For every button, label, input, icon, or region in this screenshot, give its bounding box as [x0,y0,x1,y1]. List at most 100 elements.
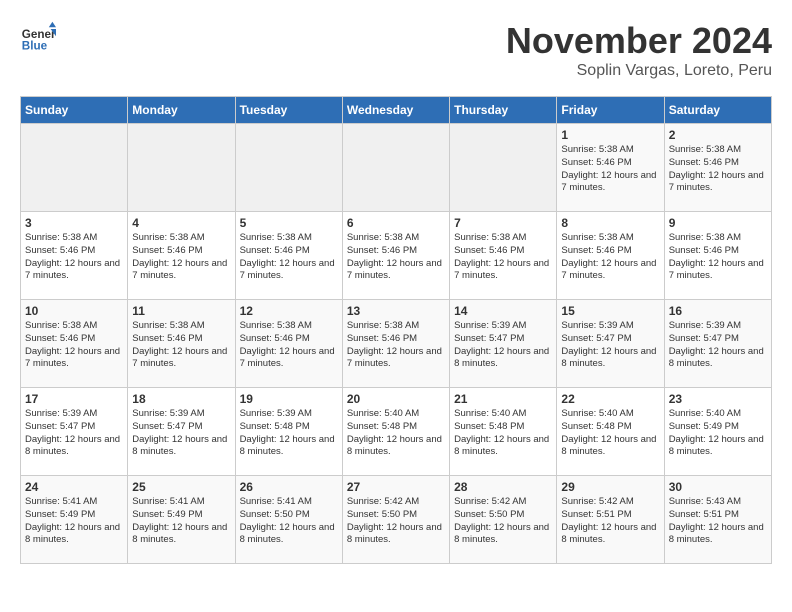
day-number: 10 [25,304,123,318]
cell-info: Sunrise: 5:38 AMSunset: 5:46 PMDaylight:… [25,232,123,283]
day-number: 27 [347,480,445,494]
logo-icon: General Blue [20,20,56,56]
calendar-cell-19: 19 Sunrise: 5:39 AMSunset: 5:48 PMDayligh… [235,388,342,476]
weekday-header-wednesday: Wednesday [342,97,449,124]
day-number: 24 [25,480,123,494]
cell-info: Sunrise: 5:38 AMSunset: 5:46 PMDaylight:… [669,232,767,283]
cell-info: Sunrise: 5:38 AMSunset: 5:46 PMDaylight:… [240,320,338,371]
day-number: 25 [132,480,230,494]
day-number: 7 [454,216,552,230]
calendar-cell-empty [450,124,557,212]
cell-info: Sunrise: 5:38 AMSunset: 5:46 PMDaylight:… [561,144,659,195]
location-subtitle: Soplin Vargas, Loreto, Peru [506,62,772,80]
month-title: November 2024 [506,20,772,62]
calendar-cell-17: 17 Sunrise: 5:39 AMSunset: 5:47 PMDayligh… [21,388,128,476]
calendar-cell-26: 26 Sunrise: 5:41 AMSunset: 5:50 PMDayligh… [235,476,342,564]
day-number: 16 [669,304,767,318]
cell-info: Sunrise: 5:38 AMSunset: 5:46 PMDaylight:… [347,320,445,371]
calendar-cell-23: 23Sunrise: 5:40 AMSunset: 5:49 PMDayligh… [664,388,771,476]
title-section: November 2024 Soplin Vargas, Loreto, Per… [506,20,772,80]
cell-info: Sunrise: 5:39 AMSunset: 5:47 PMDaylight:… [561,320,659,371]
calendar-cell-20: 20Sunrise: 5:40 AMSunset: 5:48 PMDayligh… [342,388,449,476]
cell-info: Sunrise: 5:41 AMSunset: 5:49 PMDaylight:… [25,496,123,547]
calendar-cell-16: 16 Sunrise: 5:39 AMSunset: 5:47 PMDayligh… [664,300,771,388]
day-number: 20 [347,392,445,406]
calendar-cell-6: 6 Sunrise: 5:38 AMSunset: 5:46 PMDaylight… [342,212,449,300]
weekday-header-tuesday: Tuesday [235,97,342,124]
cell-info: Sunrise: 5:42 AMSunset: 5:50 PMDaylight:… [454,496,552,547]
day-number: 22 [561,392,659,406]
calendar-cell-14: 14Sunrise: 5:39 AMSunset: 5:47 PMDayligh… [450,300,557,388]
cell-info: Sunrise: 5:38 AMSunset: 5:46 PMDaylight:… [132,320,230,371]
cell-info: Sunrise: 5:38 AMSunset: 5:46 PMDaylight:… [454,232,552,283]
cell-info: Sunrise: 5:40 AMSunset: 5:48 PMDaylight:… [561,408,659,459]
cell-info: Sunrise: 5:41 AMSunset: 5:49 PMDaylight:… [132,496,230,547]
cell-info: Sunrise: 5:40 AMSunset: 5:49 PMDaylight:… [669,408,767,459]
cell-info: Sunrise: 5:39 AMSunset: 5:48 PMDaylight:… [240,408,338,459]
day-number: 8 [561,216,659,230]
svg-text:Blue: Blue [22,40,48,53]
day-number: 28 [454,480,552,494]
day-number: 3 [25,216,123,230]
calendar-week-2: 3 Sunrise: 5:38 AMSunset: 5:46 PMDaylight… [21,212,772,300]
calendar-week-5: 24 Sunrise: 5:41 AMSunset: 5:49 PMDayligh… [21,476,772,564]
day-number: 5 [240,216,338,230]
cell-info: Sunrise: 5:40 AMSunset: 5:48 PMDaylight:… [454,408,552,459]
calendar-cell-11: 11 Sunrise: 5:38 AMSunset: 5:46 PMDayligh… [128,300,235,388]
cell-info: Sunrise: 5:38 AMSunset: 5:46 PMDaylight:… [132,232,230,283]
calendar-table: SundayMondayTuesdayWednesdayThursdayFrid… [20,96,772,564]
day-number: 29 [561,480,659,494]
calendar-week-3: 10 Sunrise: 5:38 AMSunset: 5:46 PMDayligh… [21,300,772,388]
cell-info: Sunrise: 5:38 AMSunset: 5:46 PMDaylight:… [669,144,767,195]
day-number: 17 [25,392,123,406]
calendar-week-1: 1 Sunrise: 5:38 AMSunset: 5:46 PMDaylight… [21,124,772,212]
day-number: 15 [561,304,659,318]
cell-info: Sunrise: 5:39 AMSunset: 5:47 PMDaylight:… [25,408,123,459]
calendar-week-4: 17 Sunrise: 5:39 AMSunset: 5:47 PMDayligh… [21,388,772,476]
cell-info: Sunrise: 5:42 AMSunset: 5:50 PMDaylight:… [347,496,445,547]
cell-info: Sunrise: 5:38 AMSunset: 5:46 PMDaylight:… [25,320,123,371]
calendar-cell-empty [342,124,449,212]
cell-info: Sunrise: 5:39 AMSunset: 5:47 PMDaylight:… [669,320,767,371]
calendar-cell-27: 27 Sunrise: 5:42 AMSunset: 5:50 PMDayligh… [342,476,449,564]
calendar-cell-7: 7 Sunrise: 5:38 AMSunset: 5:46 PMDaylight… [450,212,557,300]
cell-info: Sunrise: 5:38 AMSunset: 5:46 PMDaylight:… [347,232,445,283]
cell-info: Sunrise: 5:41 AMSunset: 5:50 PMDaylight:… [240,496,338,547]
day-number: 26 [240,480,338,494]
weekday-header-friday: Friday [557,97,664,124]
calendar-cell-30: 30Sunrise: 5:43 AMSunset: 5:51 PMDayligh… [664,476,771,564]
day-number: 12 [240,304,338,318]
calendar-cell-29: 29 Sunrise: 5:42 AMSunset: 5:51 PMDayligh… [557,476,664,564]
calendar-cell-12: 12 Sunrise: 5:38 AMSunset: 5:46 PMDayligh… [235,300,342,388]
calendar-cell-15: 15 Sunrise: 5:39 AMSunset: 5:47 PMDayligh… [557,300,664,388]
weekday-header-monday: Monday [128,97,235,124]
cell-info: Sunrise: 5:38 AMSunset: 5:46 PMDaylight:… [240,232,338,283]
logo: General Blue [20,20,56,56]
calendar-cell-1: 1 Sunrise: 5:38 AMSunset: 5:46 PMDaylight… [557,124,664,212]
calendar-cell-21: 21 Sunrise: 5:40 AMSunset: 5:48 PMDayligh… [450,388,557,476]
day-number: 11 [132,304,230,318]
page-header: General Blue November 2024 Soplin Vargas… [20,20,772,80]
cell-info: Sunrise: 5:43 AMSunset: 5:51 PMDaylight:… [669,496,767,547]
calendar-body: 1 Sunrise: 5:38 AMSunset: 5:46 PMDaylight… [21,124,772,564]
calendar-cell-13: 13Sunrise: 5:38 AMSunset: 5:46 PMDayligh… [342,300,449,388]
weekday-header-saturday: Saturday [664,97,771,124]
calendar-cell-8: 8 Sunrise: 5:38 AMSunset: 5:46 PMDaylight… [557,212,664,300]
calendar-cell-4: 4 Sunrise: 5:38 AMSunset: 5:46 PMDaylight… [128,212,235,300]
day-number: 9 [669,216,767,230]
day-number: 21 [454,392,552,406]
day-number: 6 [347,216,445,230]
calendar-cell-empty [235,124,342,212]
day-number: 1 [561,128,659,142]
calendar-cell-2: 2Sunrise: 5:38 AMSunset: 5:46 PMDaylight… [664,124,771,212]
calendar-cell-24: 24 Sunrise: 5:41 AMSunset: 5:49 PMDayligh… [21,476,128,564]
weekday-header-row: SundayMondayTuesdayWednesdayThursdayFrid… [21,97,772,124]
cell-info: Sunrise: 5:38 AMSunset: 5:46 PMDaylight:… [561,232,659,283]
calendar-cell-25: 25 Sunrise: 5:41 AMSunset: 5:49 PMDayligh… [128,476,235,564]
cell-info: Sunrise: 5:42 AMSunset: 5:51 PMDaylight:… [561,496,659,547]
day-number: 4 [132,216,230,230]
cell-info: Sunrise: 5:39 AMSunset: 5:47 PMDaylight:… [454,320,552,371]
day-number: 18 [132,392,230,406]
calendar-cell-9: 9 Sunrise: 5:38 AMSunset: 5:46 PMDaylight… [664,212,771,300]
day-number: 19 [240,392,338,406]
